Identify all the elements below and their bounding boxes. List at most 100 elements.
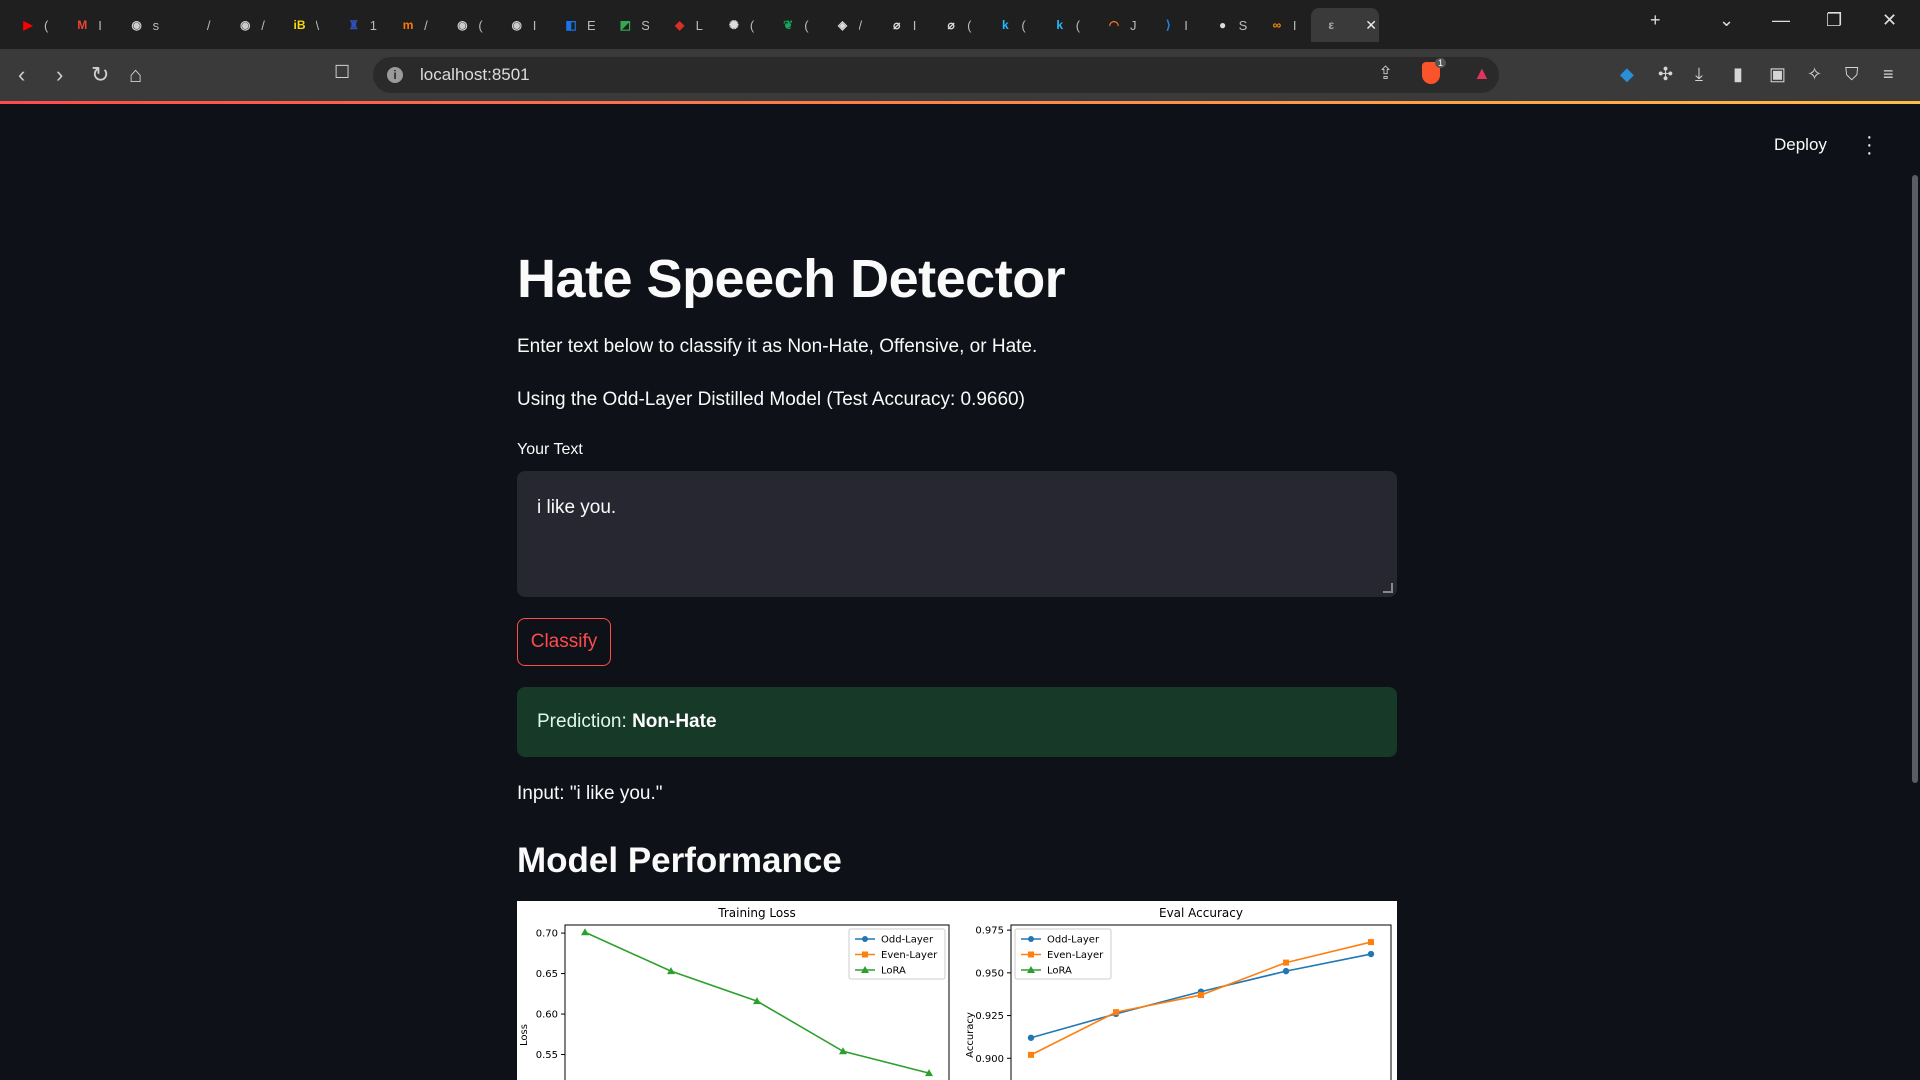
- browser-tab[interactable]: ✺(: [724, 8, 758, 42]
- browser-tab[interactable]: ◩ S: [615, 8, 650, 42]
- browser-tab[interactable]: ◉(: [452, 8, 486, 42]
- info-icon[interactable]: i: [387, 67, 403, 83]
- legend-marker: [1028, 936, 1034, 942]
- sparkle-icon[interactable]: ✧: [1807, 64, 1822, 85]
- browser-tab[interactable]: ◆ L: [670, 8, 704, 42]
- reload-icon[interactable]: ↻: [91, 62, 109, 88]
- browser-tab[interactable]: ⟩ I: [1158, 8, 1192, 42]
- y-tick-label: 0.65: [536, 969, 558, 980]
- restore-icon[interactable]: ❐: [1826, 10, 1842, 31]
- deploy-button[interactable]: Deploy: [1774, 135, 1827, 155]
- browser-tab[interactable]: ε ✕: [1311, 8, 1380, 42]
- prediction-value: Non-Hate: [632, 711, 717, 732]
- browser-tab[interactable]: ▶(: [18, 8, 52, 42]
- chart-title: Training Loss: [717, 906, 795, 920]
- browser-tab[interactable]: ⌀(: [941, 8, 975, 42]
- tab-title: (: [478, 17, 483, 33]
- minimize-icon[interactable]: —: [1772, 10, 1790, 31]
- leaf-icon: ❦: [783, 18, 794, 32]
- classify-button[interactable]: Classify: [517, 618, 611, 666]
- browser-tab[interactable]: ◧ E: [561, 8, 595, 42]
- globe-icon: ◉: [239, 18, 251, 32]
- resize-handle[interactable]: [1383, 583, 1393, 593]
- browser-tab[interactable]: ◉ s: [127, 8, 161, 42]
- browser-tab[interactable]: k(: [995, 8, 1029, 42]
- browser-tab[interactable]: iB \: [290, 8, 324, 42]
- scrollbar[interactable]: [1912, 175, 1918, 783]
- browser-tab[interactable]: ⌀ I: [887, 8, 921, 42]
- browser-tab[interactable]: /: [181, 8, 215, 42]
- globe-icon: ◉: [457, 18, 468, 32]
- forward-icon[interactable]: ›: [56, 62, 63, 88]
- browser-tab[interactable]: ◈ /: [833, 8, 867, 42]
- text-input-value: i like you.: [537, 497, 617, 518]
- legend-marker: [862, 951, 868, 958]
- y-tick-label: 0.70: [536, 929, 558, 940]
- youtube-icon: ▶: [23, 18, 33, 32]
- tab-title: (: [1021, 17, 1026, 33]
- tab-title: /: [261, 17, 265, 33]
- vpn-icon[interactable]: ⛉: [1845, 64, 1859, 85]
- sidebar-icon[interactable]: ▮: [1733, 64, 1743, 85]
- vscode-icon: ⟩: [1165, 18, 1171, 32]
- data-point: [1282, 967, 1290, 975]
- wallet-icon[interactable]: ▣: [1769, 64, 1786, 85]
- tab-title: I: [1292, 17, 1297, 33]
- globe-icon: ◉: [131, 18, 142, 32]
- puzzle-icon[interactable]: ✣: [1658, 64, 1673, 85]
- browser-tab[interactable]: ∞ I: [1267, 8, 1301, 42]
- tab-title: s: [152, 17, 160, 33]
- data-point: [839, 1047, 847, 1055]
- browser-tab[interactable]: ❦(: [778, 8, 812, 42]
- tab-title: I: [1184, 17, 1188, 33]
- back-icon[interactable]: ‹: [18, 62, 25, 88]
- chart-title: Eval Accuracy: [1159, 906, 1243, 920]
- tab-title: E: [587, 17, 595, 33]
- performance-figure: Training Loss0.700.650.600.550.50LossOdd…: [517, 901, 1397, 1080]
- y-tick-label: 0.925: [975, 1011, 1004, 1022]
- data-point: [581, 928, 589, 936]
- browser-tab[interactable]: k(: [1050, 8, 1084, 42]
- tab-title: (: [749, 17, 755, 33]
- page-title: Hate Speech Detector: [517, 249, 1066, 309]
- hamburger-menu-icon[interactable]: ≡: [1883, 64, 1894, 85]
- extension-icon[interactable]: ◆: [1620, 64, 1634, 85]
- tab-title: I: [532, 17, 537, 33]
- tab-title: (: [44, 17, 49, 33]
- browser-tab[interactable]: ◠ J: [1104, 8, 1138, 42]
- download-icon[interactable]: ⤓: [1695, 64, 1703, 85]
- plus-icon[interactable]: +: [1650, 10, 1661, 31]
- browser-tab[interactable]: ◉ /: [235, 8, 269, 42]
- tab-title: (: [967, 17, 972, 33]
- tab-title: I: [98, 17, 102, 33]
- browser-tab[interactable]: ◉ I: [507, 8, 541, 42]
- blank-icon: [181, 15, 201, 35]
- browser-tab[interactable]: ♜ 1: [344, 8, 378, 42]
- slash-icon: ⌀: [893, 18, 901, 32]
- share-icon[interactable]: ⇪: [1378, 63, 1393, 84]
- home-icon[interactable]: ⌂: [129, 62, 142, 88]
- tab-title: (: [804, 17, 809, 33]
- browser-tab[interactable]: ● S: [1213, 8, 1247, 42]
- tab-title: /: [424, 17, 428, 33]
- legend-label: LoRA: [1047, 966, 1072, 977]
- y-tick-label: 0.60: [536, 1010, 558, 1021]
- more-options-icon[interactable]: · · ·: [1866, 127, 1873, 163]
- bookmark-icon[interactable]: ☐: [334, 62, 350, 83]
- chevron-down-icon[interactable]: ⌄: [1719, 10, 1734, 31]
- m-icon: m: [402, 18, 414, 32]
- performance-charts-svg: Training Loss0.700.650.600.550.50LossOdd…: [519, 906, 1392, 1080]
- browser-tab[interactable]: m /: [398, 8, 432, 42]
- address-bar[interactable]: i localhost:8501 ⇪ 1 ▲: [373, 57, 1499, 93]
- text-input-label: Your Text: [517, 441, 583, 458]
- browser-tab[interactable]: MI: [72, 8, 106, 42]
- text-input-area[interactable]: i like you.: [517, 471, 1397, 597]
- robot-icon: ◈: [837, 18, 848, 32]
- rewards-icon[interactable]: ▲: [1473, 63, 1491, 84]
- close-window-icon[interactable]: ✕: [1882, 10, 1897, 31]
- car-icon: ◆: [674, 18, 685, 32]
- shield-icon: ♜: [348, 18, 360, 32]
- close-tab-icon[interactable]: ✕: [1365, 17, 1377, 34]
- tab-title: S: [1238, 17, 1247, 33]
- tab-title: (: [1075, 17, 1081, 33]
